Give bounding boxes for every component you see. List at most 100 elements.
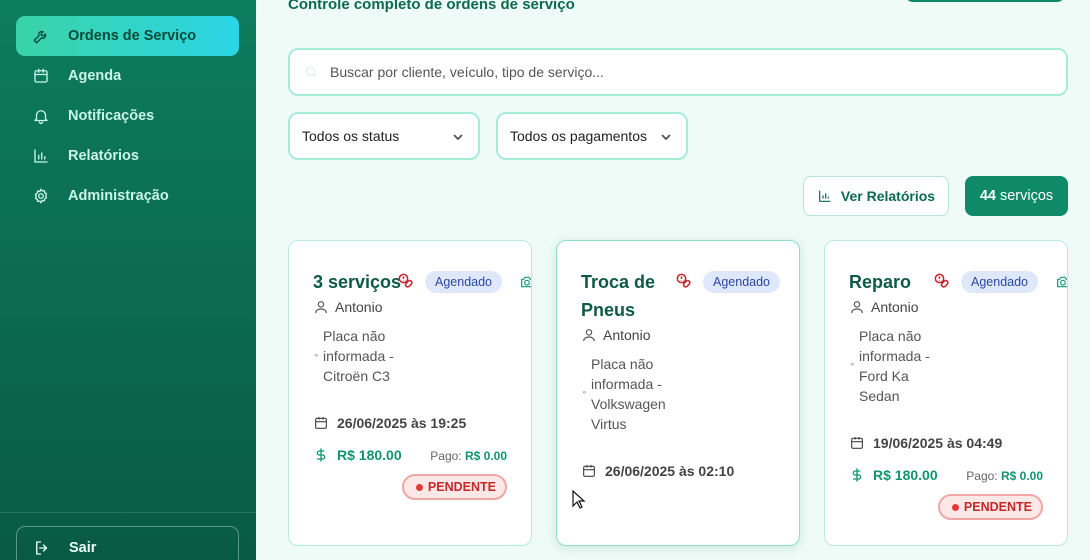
schedule-badge: Agendado: [703, 271, 781, 293]
sidebar-item-agenda[interactable]: Agenda: [16, 56, 239, 96]
status-dot: [951, 503, 959, 511]
view-reports-label: Ver Relatórios: [840, 188, 936, 204]
paid-value: R$ 0.00: [464, 449, 507, 463]
camera-icon[interactable]: [1055, 274, 1067, 290]
services-count-suffix: serviços: [999, 188, 1054, 204]
schedule-badge: Agendado: [425, 271, 503, 293]
schedule-badge: Agendado: [961, 271, 1039, 293]
mouse-cursor-icon: [572, 490, 586, 509]
car-icon: ⚬: [313, 351, 320, 360]
service-date-text: 26/06/2025 às 19:25: [337, 415, 467, 431]
paid-amount: Pago: R$ 0.00: [966, 469, 1043, 483]
service-card[interactable]: Troca de Pneus Agendado Antonio ⚬ Placa …: [556, 240, 800, 546]
vehicle-info: Placa não informada - Citroën C3: [323, 326, 423, 386]
card-title: 3 serviços: [313, 272, 402, 292]
car-icon: ⚬: [849, 360, 856, 369]
sidebar-item-ordens-de-servico[interactable]: Ordens de Serviço: [16, 16, 239, 56]
service-date-text: 26/06/2025 às 02:10: [605, 463, 735, 479]
service-price-text: R$ 180.00: [873, 467, 938, 483]
link-icon: [932, 271, 952, 291]
search-icon: [304, 65, 318, 79]
logout-icon: [33, 539, 51, 557]
search-bar: [288, 48, 1068, 96]
camera-icon[interactable]: [519, 274, 531, 290]
camera-icon[interactable]: [797, 274, 799, 290]
user-icon: [849, 299, 865, 315]
vehicle-line: Virtus: [591, 416, 627, 432]
vehicle-line: Ford Ka: [859, 368, 909, 384]
dollar-icon: [313, 446, 329, 464]
paid-label: Pago:: [430, 449, 462, 463]
paid-value: R$ 0.00: [1000, 469, 1043, 483]
card-title-line: Pneus: [581, 300, 636, 320]
client-name: Antonio: [849, 299, 918, 315]
chevron-down-icon: [452, 130, 464, 142]
service-price: R$ 180.00: [313, 446, 402, 464]
chevron-down-icon: [660, 130, 672, 142]
card-title-line: Troca de: [581, 272, 656, 292]
link-icon: [674, 271, 694, 291]
sidebar-divider: [0, 512, 256, 513]
vehicle-line: Volkswagen: [591, 396, 666, 412]
dollar-icon: [849, 466, 865, 484]
status-dot: [415, 483, 423, 491]
link-icon: [396, 271, 416, 291]
client-name: Antonio: [581, 327, 650, 343]
sidebar-item-administracao[interactable]: Administração: [16, 176, 239, 216]
sidebar: Ordens de Serviço Agenda Notificações Re…: [0, 0, 256, 560]
calendar-icon: [32, 67, 50, 85]
client-name: Antonio: [313, 299, 382, 315]
payment-filter-value: Todos os pagamentos: [510, 128, 647, 144]
vehicle-info: Placa não informada - Volkswagen Virtus: [591, 354, 691, 434]
client-name-text: Antonio: [871, 299, 919, 315]
sidebar-item-relatorios[interactable]: Relatórios: [16, 136, 239, 176]
service-card[interactable]: 3 serviços Agendado Antonio ⚬ Placa não …: [288, 240, 532, 546]
car-icon: ⚬: [581, 388, 588, 397]
service-date-text: 19/06/2025 às 04:49: [873, 435, 1003, 451]
logout-button[interactable]: Sair: [16, 526, 239, 560]
card-title: Reparo: [849, 272, 912, 292]
user-icon: [313, 299, 329, 315]
sidebar-item-label: Notificações: [68, 108, 155, 124]
logout-label: Sair: [69, 540, 97, 556]
status-filter-select[interactable]: Todos os status: [288, 112, 480, 160]
card-title: Troca de Pneus: [581, 268, 655, 324]
calendar-icon: [313, 415, 329, 431]
calendar-icon: [581, 463, 597, 479]
vehicle-line: Sedan: [859, 388, 900, 404]
service-card[interactable]: Reparo Agendado Antonio ⚬ Placa não info…: [824, 240, 1068, 546]
new-order-button[interactable]: [905, 0, 1065, 2]
status-filter-value: Todos os status: [302, 128, 400, 144]
services-count-button[interactable]: 44 serviços: [965, 176, 1068, 216]
service-date: 26/06/2025 às 02:10: [581, 463, 734, 479]
paid-label: Pago:: [966, 469, 998, 483]
status-text: PENDENTE: [427, 480, 496, 494]
vehicle-line: informada -: [859, 348, 930, 364]
search-input[interactable]: [330, 64, 1030, 80]
status-badge: PENDENTE: [401, 474, 507, 500]
sidebar-item-label: Relatórios: [68, 148, 139, 164]
wrench-icon: [32, 27, 50, 45]
bell-icon: [32, 107, 50, 125]
service-price-text: R$ 180.00: [337, 447, 402, 463]
view-reports-button[interactable]: Ver Relatórios: [803, 176, 949, 216]
user-icon: [581, 327, 597, 343]
sidebar-item-notificacoes[interactable]: Notificações: [16, 96, 239, 136]
client-name-text: Antonio: [603, 327, 651, 343]
vehicle-line: Placa não: [323, 328, 386, 344]
sidebar-item-label: Administração: [68, 188, 169, 204]
status-badge: PENDENTE: [937, 494, 1043, 520]
payment-filter-select[interactable]: Todos os pagamentos: [496, 112, 688, 160]
calendar-icon: [849, 435, 865, 451]
gear-icon: [32, 187, 50, 205]
service-price: R$ 180.00: [849, 466, 938, 484]
vehicle-line: informada -: [591, 376, 662, 392]
vehicle-line: Placa não: [591, 356, 654, 372]
service-date: 26/06/2025 às 19:25: [313, 415, 466, 431]
paid-amount: Pago: R$ 0.00: [430, 449, 507, 463]
bar-chart-icon: [32, 147, 50, 165]
sidebar-item-label: Agenda: [68, 68, 122, 84]
client-name-text: Antonio: [335, 299, 383, 315]
bar-chart-icon: [817, 188, 833, 204]
vehicle-line: Placa não: [859, 328, 922, 344]
